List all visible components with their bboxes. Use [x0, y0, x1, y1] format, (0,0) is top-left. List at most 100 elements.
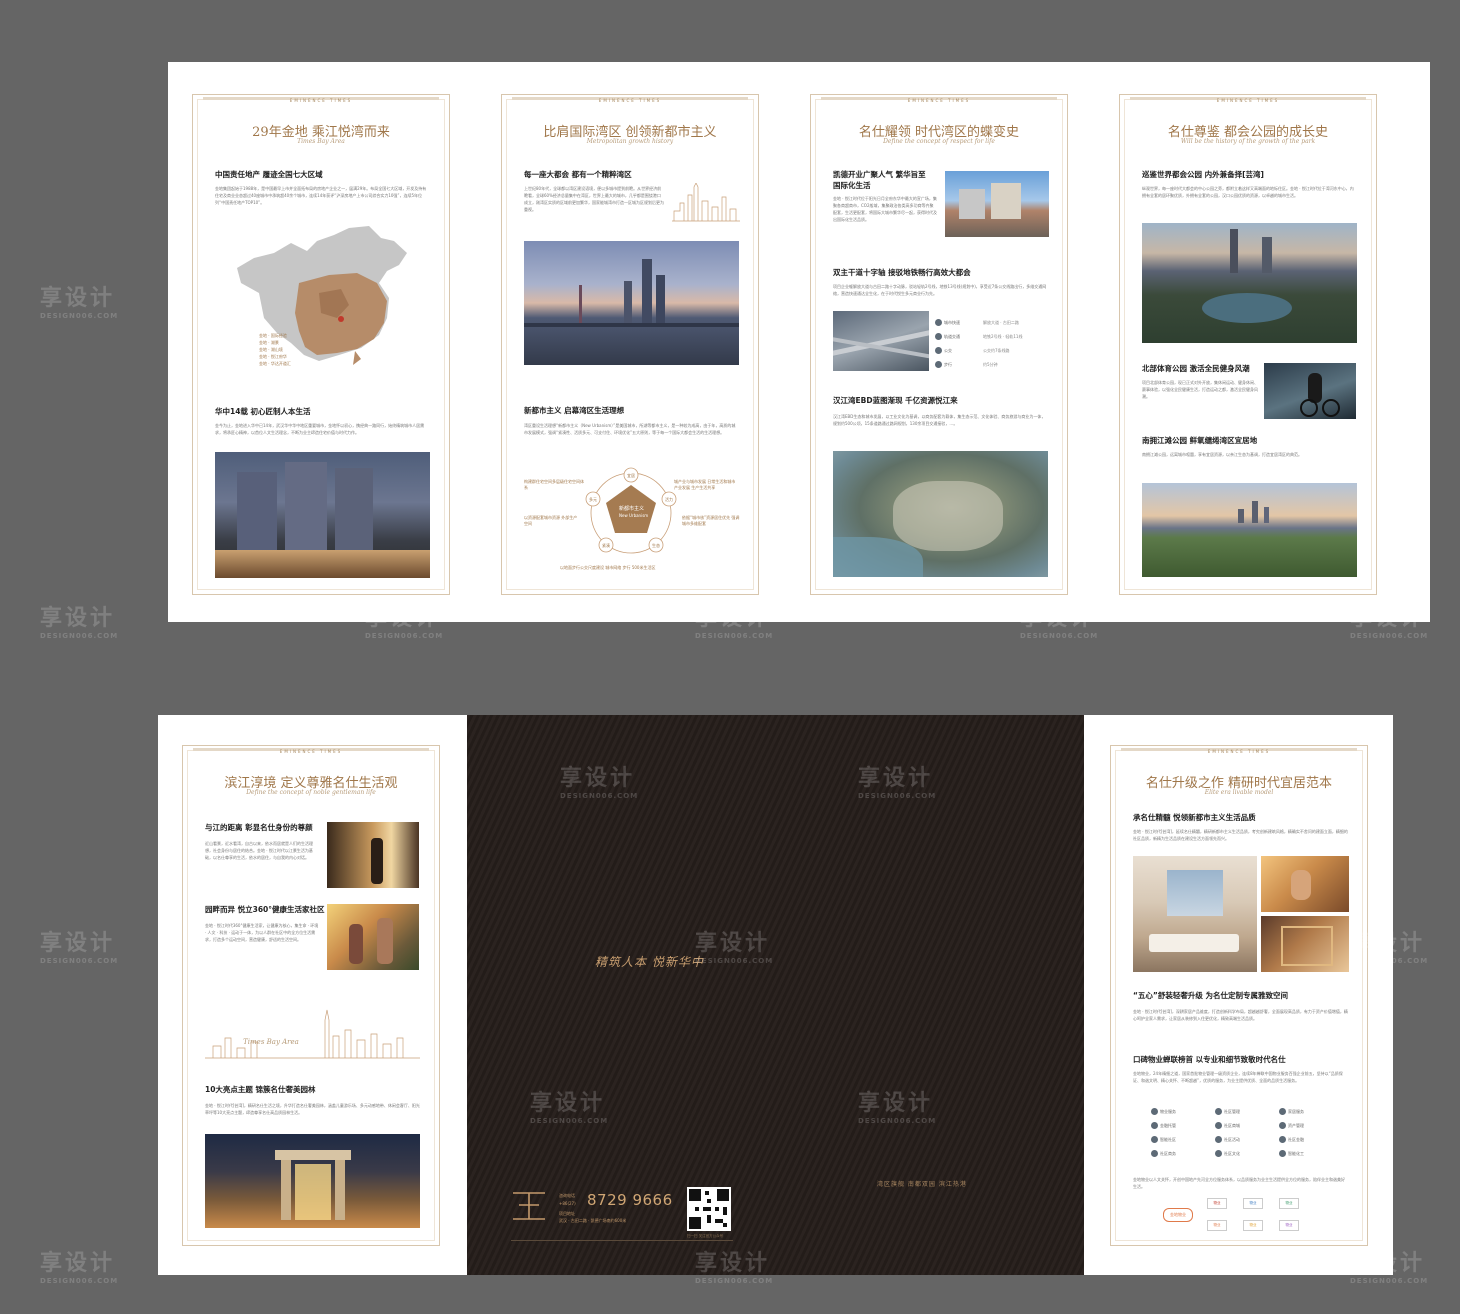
service-item: 智能社区 [1151, 1136, 1176, 1143]
service-label: 社区金融 [1288, 1136, 1304, 1142]
service-item: 物业服务 [1151, 1108, 1176, 1115]
service-icon [1279, 1136, 1286, 1143]
service-label: 社区管理 [1224, 1108, 1240, 1114]
service-item: 家居服务 [1279, 1108, 1304, 1115]
transport-row: 步行 [935, 361, 952, 368]
section-text: 汉江湾EBD生态和城市发展，以工业文化为基调，以商务配套为载体，集生态示范、文化… [833, 414, 1046, 426]
service-item: 金融托管 [1151, 1122, 1176, 1129]
diagram-note: 构建群住宅空间多层级住宅空间体系 [524, 479, 584, 490]
transport-desc: 公交约7条线路 [983, 348, 1010, 353]
decor-photo [1261, 916, 1349, 972]
section-heading: 每一座大都会 都有一个精粹湾区 [524, 170, 632, 179]
section-heading: 双主干道十字轴 接驳地铁畅行高效大都会 [833, 268, 971, 277]
section-heading: 南拥江滩公园 鲜氧缱绻湾区宜居地 [1142, 436, 1258, 445]
map-label: 金地 · 华达开道汇 [259, 361, 291, 366]
qr-code[interactable] [687, 1187, 731, 1231]
map-label: 金地 · 湖山境 [259, 347, 283, 352]
section-heading: 凯德开业广聚人气 繁华旨至国际化生活 [833, 170, 926, 190]
partner-logo: 物业 [1243, 1220, 1263, 1231]
area-code: +86(27) [559, 1201, 576, 1206]
service-icon [1215, 1108, 1222, 1115]
service-icon [1151, 1108, 1158, 1115]
section-text: 金地 · 悦江时代[芸湾]，深耕家居产品维度，打造创新科学布局，超越越舒奢，全面… [1133, 1009, 1348, 1021]
bus-icon [935, 347, 942, 354]
section-text: 金地 · 悦江时代[芸湾]，延续名仕精髓，精研新都市主义生活品质，考究创新建筑风… [1133, 829, 1348, 841]
hotline-label: 咨询电话 [559, 1193, 575, 1198]
panel-top-ornament: EMINENCE TIMES [512, 97, 748, 106]
section-text: 项目企业躯解放大道与古田二路十字动脉，驳站轻轨2号线，地铁13号线(规划中)，享… [833, 284, 1047, 296]
service-item: 智能化工 [1279, 1150, 1304, 1157]
city-park-photo [1142, 223, 1357, 343]
section-text: 金地集团起始于1988年，是中国最早上市并全面拓布局的房地产企业之一，届满29年… [215, 186, 427, 205]
panel-subtitle: Elite era livable model [1204, 789, 1274, 796]
brochure-inner-sheet: EMINENCE TIMES 29年金地 乘江悦湾而来 Times Bay Ar… [168, 62, 1430, 622]
panel-top-ornament: EMINENCE TIMES [1130, 97, 1366, 106]
service-item: 社区文化 [1215, 1150, 1240, 1157]
service-icon [1151, 1136, 1158, 1143]
interior-living-photo [1133, 856, 1257, 972]
brochure-cover: 精筑人本 悦新华中 湾区旗舰 南都双园 滨江热港 咨询电话 +86(27) 87… [467, 715, 1084, 1275]
section-heading: 北部体育公园 激活全民健身风潮 [1142, 364, 1250, 373]
skyline-sketch [672, 183, 740, 222]
panel-subtitle: Define the concept of respect for life [883, 138, 995, 145]
section-heading: 口碑物业蝉联榜首 以专业和细节致敬时代名仕 [1133, 1055, 1286, 1064]
partner-logo: 物业 [1207, 1198, 1227, 1209]
section-text: 金地 · 悦江时代[芸湾]，精研名仕生活之境，升华打造名仕奢美园林，涵盖儿童游乐… [205, 1103, 420, 1115]
qr-caption: 扫一扫 关注官方公众号 [687, 1234, 724, 1238]
diagram-node: 活力 [665, 497, 673, 502]
china-map [237, 226, 407, 365]
gentleman-window-photo [327, 822, 419, 888]
brand-slogan: 精筑人本 悦新华中 [595, 955, 704, 969]
panel-subtitle: Times Bay Area [297, 138, 345, 145]
section-heading: “五心”舒装轻奢升级 为名仕定制专属雅致空间 [1133, 991, 1288, 1000]
section-text: 上世纪80年代，全球都以湾区建设语境，便以多城市提到前瞻。从世界经济前瞻看，全球… [524, 186, 664, 212]
transport-desc: 约5分钟 [983, 362, 998, 367]
panel-top-ornament: EMINENCE TIMES [1121, 748, 1357, 757]
partner-logo: 物业 [1279, 1220, 1299, 1231]
building-photo [215, 452, 430, 578]
cover-bottom-rule [511, 1240, 733, 1241]
garden-gate-photo [205, 1134, 420, 1228]
diagram-node: 宜居 [627, 473, 635, 478]
section-text: 金地物业以人文关怀，开创中国地产先河全方位服务体系，以品质服务为业主生活提供全方… [1133, 1177, 1345, 1189]
section-heading: 10大亮点主题 锦簇名仕奢美园林 [205, 1085, 316, 1094]
watermark: 享设计DESIGN006.COM [40, 606, 119, 640]
mall-photo [945, 171, 1049, 237]
service-item: 资产管理 [1279, 1122, 1304, 1129]
watermark: 享设计DESIGN006.COM [40, 1251, 119, 1285]
city-skyline-sketch [205, 1009, 420, 1059]
section-text: 金地 · 悦江时代360°健康生活家，让健康为核心，集生命 · 环境 · 人文 … [205, 923, 319, 942]
diagram-note: 以地面步行公交尺度建设 城市网络 步行 500米生活区 [560, 565, 656, 570]
service-label: 资产管理 [1288, 1122, 1304, 1128]
panel-top-ornament: EMINENCE TIMES [193, 748, 429, 757]
section-heading: 园畔而异 悦立360°健康生活家社区 [205, 905, 325, 914]
family-photo [327, 904, 419, 970]
panel-bay-area: EMINENCE TIMES 比肩国际湾区 创领新都市主义 Metropolit… [501, 94, 759, 595]
section-text: 湾区重设生活理想“新都市主义（New Urbanism）”是美国城市，所湖等都市… [524, 423, 736, 435]
map-label: 金地 · 国际经验 [259, 333, 287, 338]
panel-subtitle: Define the concept of noble gentleman li… [246, 789, 376, 796]
service-item: 社区管理 [1215, 1108, 1240, 1115]
section-heading: 承名仕精髓 悦领新都市主义生活品质 [1133, 813, 1256, 822]
service-label: 社区文化 [1224, 1150, 1240, 1156]
service-label: 智能化工 [1288, 1150, 1304, 1156]
diagram-note: 城产业与城市发展 日常生活和城市产业发展 生产生活共享 [674, 479, 736, 490]
property-logo: 金地物业 [1163, 1208, 1193, 1222]
project-address: 武汉 · 古田二路 · 凯德广场南约600米 [559, 1218, 627, 1223]
project-logo [513, 1192, 545, 1220]
service-label: 社区商城 [1224, 1122, 1240, 1128]
section-heading: 巡鉴世界都会公园 内外兼备择[芸湾] [1142, 170, 1264, 179]
watermark: 享设计DESIGN006.COM [40, 931, 119, 965]
diagram-node: 多元 [589, 497, 597, 502]
section-text: 南拥江滩公园，远离城市喧嚣，享有宜居资源，以亲江生态为基调，打造宜居湾区的典范。 [1142, 452, 1302, 457]
interchange-photo [833, 311, 929, 371]
transport-name: 城市快速 [944, 319, 960, 325]
panel-parks: EMINENCE TIMES 名仕尊鉴 都会公园的成长史 Will be the… [1119, 94, 1377, 595]
service-item: 社区金融 [1279, 1136, 1304, 1143]
partner-logo: 物业 [1243, 1198, 1263, 1209]
service-label: 家居服务 [1288, 1108, 1304, 1114]
section-heading: 与江的距离 彰显名仕身份的尊颜 [205, 823, 313, 832]
service-icon [1215, 1122, 1222, 1129]
transport-row: 轨道交通 [935, 333, 960, 340]
diagram-node: 紧凑 [602, 543, 610, 548]
